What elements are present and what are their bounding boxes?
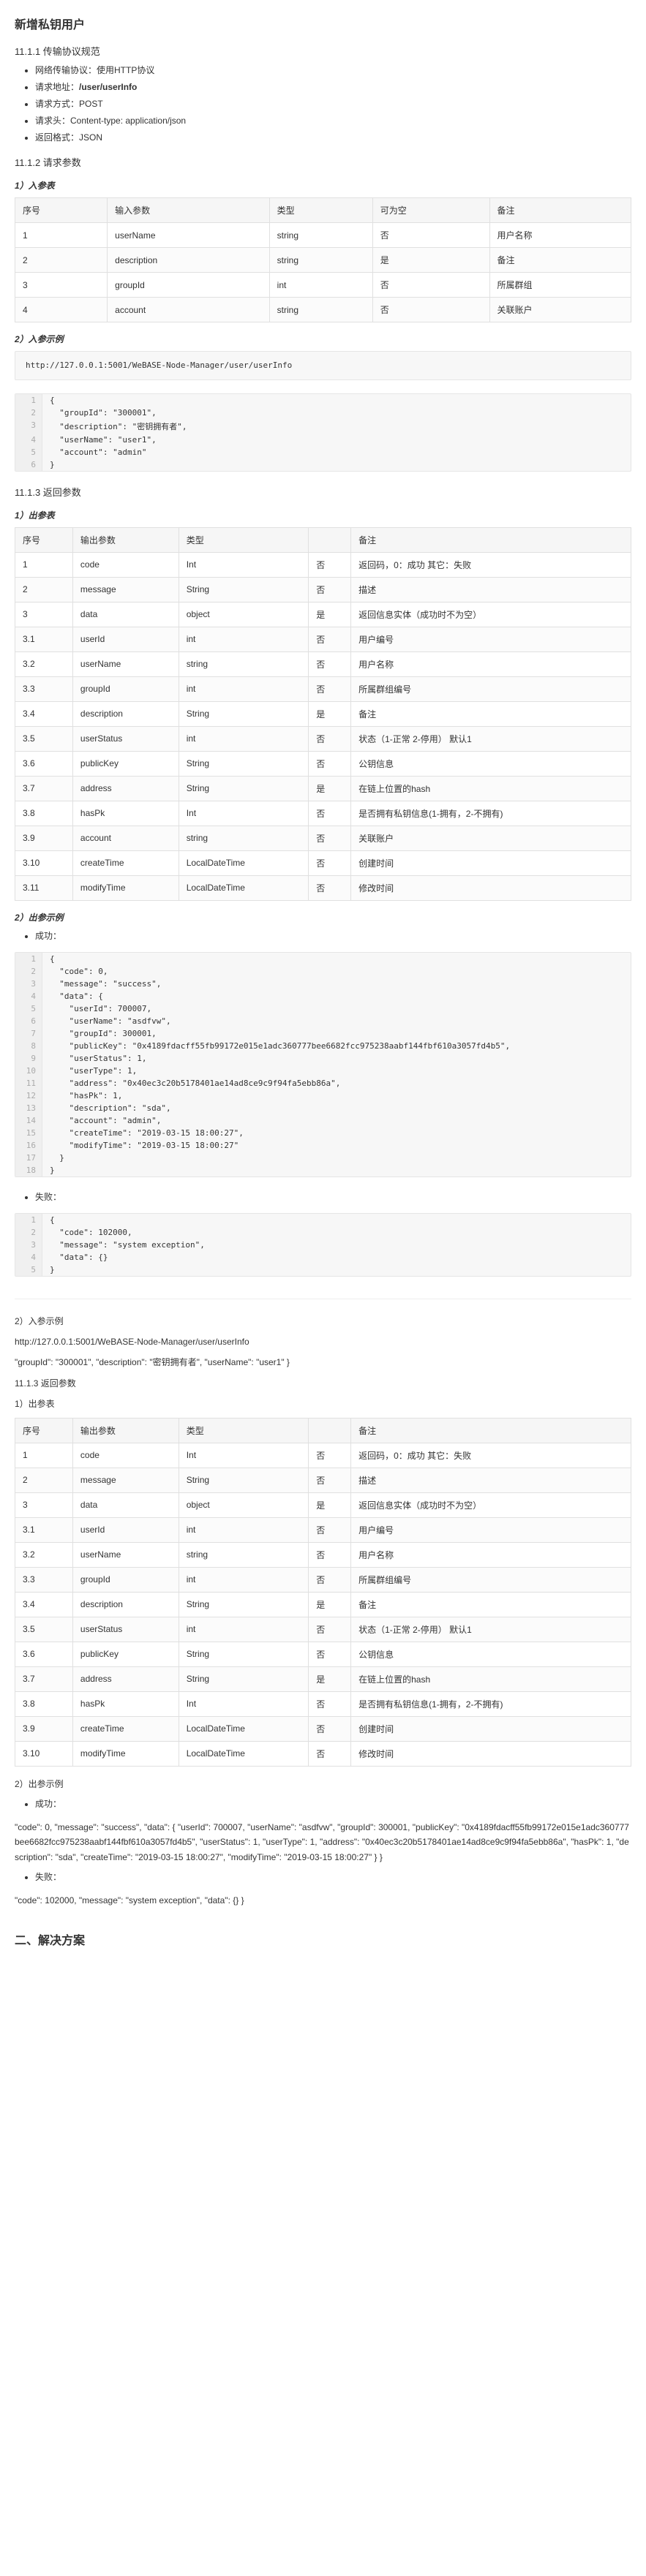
table-row: 2descriptionstring是备注 [15, 248, 631, 273]
list-item: 请求方式：POST [35, 97, 631, 110]
request-url-box: http://127.0.0.1:5001/WeBASE-Node-Manage… [15, 351, 631, 380]
col-header: 输出参数 [72, 1418, 179, 1443]
table-row: 3.5userStatusint否状态（1-正常 2-停用） 默认1 [15, 726, 631, 751]
table-row: 3.2userNamestring否用户名称 [15, 1542, 631, 1567]
page-title: 新增私钥用户 [15, 15, 631, 32]
lower-body-text: "groupId": "300001", "description": "密钥拥… [15, 1355, 631, 1370]
list-item: 网络传输协议：使用HTTP协议 [35, 64, 631, 76]
table-row: 3.6publicKeyString否公钥信息 [15, 751, 631, 776]
table-row: 3.6publicKeyString否公钥信息 [15, 1642, 631, 1666]
table-row: 3.2userNamestring否用户名称 [15, 651, 631, 676]
col-header: 备注 [351, 1418, 631, 1443]
list-item: 返回格式：JSON [35, 131, 631, 143]
col-header [309, 527, 351, 552]
lower-response-heading: 11.1.3 返回参数 [15, 1376, 631, 1391]
table-row: 3dataobject是返回信息实体（成功时不为空） [15, 602, 631, 627]
table-row: 3.1userIdint否用户编号 [15, 1517, 631, 1542]
heading-out-table: 1）出参表 [15, 509, 631, 521]
table-row: 3.7addressString是在链上位置的hash [15, 776, 631, 801]
table-row: 3.3groupIdint否所属群组编号 [15, 676, 631, 701]
fail-json-box: 1{2 "code": 102000,3 "message": "system … [15, 1213, 631, 1277]
list-item: 请求地址：/user/userInfo [35, 80, 631, 93]
protocol-list: 网络传输协议：使用HTTP协议请求地址：/user/userInfo 请求方式：P… [15, 64, 631, 143]
col-header [309, 1418, 351, 1443]
col-header: 输入参数 [108, 198, 270, 223]
col-header: 序号 [15, 527, 73, 552]
col-header: 类型 [269, 198, 372, 223]
table-row: 2messageString否描述 [15, 577, 631, 602]
col-header: 备注 [489, 198, 631, 223]
table-row: 1codeInt否返回码，0：成功 其它：失败 [15, 1443, 631, 1468]
table-row: 3.5userStatusint否状态（1-正常 2-停用） 默认1 [15, 1617, 631, 1642]
heading-in-example: 2）入参示例 [15, 333, 631, 345]
table-row: 3.9createTimeLocalDateTime否创建时间 [15, 1716, 631, 1741]
input-params-table: 序号输入参数类型可为空备注1userNamestring否用户名称2descri… [15, 197, 631, 322]
table-row: 3.1userIdint否用户编号 [15, 627, 631, 651]
table-row: 3.4descriptionString是备注 [15, 701, 631, 726]
table-row: 3groupIdint否所属群组 [15, 273, 631, 298]
col-header: 序号 [15, 1418, 73, 1443]
lower-out-table-heading: 1）出参表 [15, 1397, 631, 1411]
list-item: 请求头：Content-type: application/json [35, 114, 631, 126]
lower-fail-text: "code": 102000, "message": "system excep… [15, 1893, 631, 1908]
table-row: 3.10modifyTimeLocalDateTime否修改时间 [15, 1741, 631, 1766]
lower-in-example-heading: 2）入参示例 [15, 1314, 631, 1329]
table-row: 4accountstring否关联账户 [15, 298, 631, 322]
heading-in-table: 1）入参表 [15, 179, 631, 192]
table-row: 1codeInt否返回码，0：成功 其它：失败 [15, 552, 631, 577]
col-header: 输出参数 [72, 527, 179, 552]
lower-success-text: "code": 0, "message": "success", "data":… [15, 1820, 631, 1865]
lower-out-example-heading: 2）出参示例 [15, 1777, 631, 1791]
table-row: 3.7addressString是在链上位置的hash [15, 1666, 631, 1691]
table-row: 3.10createTimeLocalDateTime否创建时间 [15, 850, 631, 875]
table-row: 3.11modifyTimeLocalDateTime否修改时间 [15, 875, 631, 900]
output-params-table: 序号输出参数类型 备注1codeInt否返回码，0：成功 其它：失败2messag… [15, 527, 631, 901]
col-header: 类型 [179, 1418, 309, 1443]
output-params-table-2: 序号输出参数类型 备注1codeInt否返回码，0：成功 其它：失败2messag… [15, 1418, 631, 1767]
table-row: 3.8hasPkInt否是否拥有私钥信息(1-拥有，2-不拥有) [15, 1691, 631, 1716]
solution-heading: 二、解决方案 [15, 1930, 631, 1948]
heading-out-example: 2）出参示例 [15, 911, 631, 923]
section-request-params: 11.1.2 请求参数 [15, 155, 631, 169]
table-row: 3.3groupIdint否所属群组编号 [15, 1567, 631, 1592]
col-header: 类型 [179, 527, 309, 552]
table-row: 3dataobject是返回信息实体（成功时不为空） [15, 1492, 631, 1517]
fail-label: 失败： [35, 1190, 631, 1203]
col-header: 可为空 [372, 198, 489, 223]
table-row: 3.9accountstring否关联账户 [15, 826, 631, 850]
table-row: 3.8hasPkInt否是否拥有私钥信息(1-拥有，2-不拥有) [15, 801, 631, 826]
section-protocol: 11.1.1 传输协议规范 [15, 44, 631, 58]
success-json-box: 1{2 "code": 0,3 "message": "success",4 "… [15, 952, 631, 1177]
lower-success-label: 成功： [35, 1797, 631, 1810]
col-header: 备注 [351, 527, 631, 552]
col-header: 序号 [15, 198, 108, 223]
table-row: 1userNamestring否用户名称 [15, 223, 631, 248]
table-row: 3.4descriptionString是备注 [15, 1592, 631, 1617]
success-label: 成功： [35, 929, 631, 942]
lower-url-text: http://127.0.0.1:5001/WeBASE-Node-Manage… [15, 1334, 631, 1349]
lower-fail-label: 失败： [35, 1870, 631, 1883]
section-response-params: 11.1.3 返回参数 [15, 485, 631, 499]
request-body-box: 1{2 "groupId": "300001",3 "description":… [15, 393, 631, 472]
table-row: 2messageString否描述 [15, 1468, 631, 1492]
